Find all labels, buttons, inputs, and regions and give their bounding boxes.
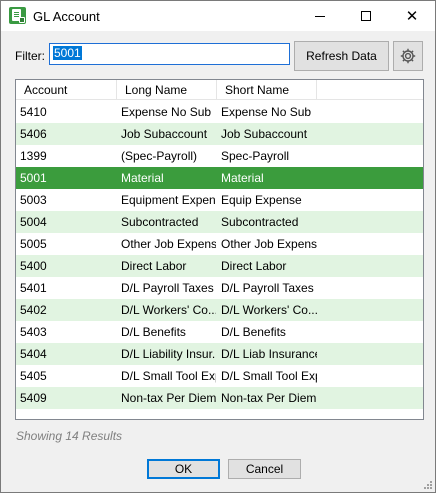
table-row[interactable]: 5403 D/L Benefits D/L Benefits [16, 321, 423, 343]
cell-short-name: Job Subaccount [221, 127, 308, 141]
maximize-button[interactable] [343, 1, 389, 31]
cell-long-name: Expense No Sub [121, 105, 212, 119]
cell-short-name: Other Job Expense [221, 237, 317, 251]
cell-account: 5402 [20, 303, 47, 317]
cell-long-name: D/L Liability Insur... [121, 347, 216, 361]
cell-account: 1399 [20, 149, 47, 163]
filter-input-value: 5001 [53, 46, 82, 60]
maximize-icon [361, 11, 371, 21]
grid-header: Account Long Name Short Name [16, 80, 423, 100]
cell-account: 5409 [20, 391, 47, 405]
cell-account: 5410 [20, 105, 47, 119]
cell-short-name: D/L Payroll Taxes [221, 281, 314, 295]
table-row[interactable]: 5004 Subcontracted Subcontracted [16, 211, 423, 233]
ok-button[interactable]: OK [147, 459, 220, 479]
cell-short-name: D/L Benefits [221, 325, 286, 339]
account-grid[interactable]: Account Long Name Short Name 5410 Expense… [15, 79, 424, 420]
table-row[interactable]: 1399 (Spec-Payroll) Spec-Payroll [16, 145, 423, 167]
grid-rows: 5410 Expense No Sub Expense No Sub 5406 Job … [16, 101, 423, 409]
cell-short-name: Subcontracted [221, 215, 299, 229]
minimize-icon [315, 15, 325, 17]
cell-account: 5005 [20, 237, 47, 251]
table-row[interactable]: 5406 Job Subaccount Job Subaccount [16, 123, 423, 145]
table-row[interactable]: 5405 D/L Small Tool Exp D/L Small Tool Exp [16, 365, 423, 387]
refresh-data-label: Refresh Data [306, 49, 377, 63]
table-row[interactable]: 5402 D/L Workers' Co... D/L Workers' Co... [16, 299, 423, 321]
cell-short-name: Direct Labor [221, 259, 287, 273]
table-row[interactable]: 5005 Other Job Expense Other Job Expense [16, 233, 423, 255]
cell-short-name: Equip Expense [221, 193, 302, 207]
cell-short-name: Material [221, 171, 264, 185]
cancel-button[interactable]: Cancel [228, 459, 301, 479]
cell-account: 5003 [20, 193, 47, 207]
cell-short-name: D/L Small Tool Exp [221, 369, 317, 383]
cancel-label: Cancel [245, 462, 284, 476]
settings-button[interactable] [393, 41, 423, 71]
cell-long-name: Job Subaccount [121, 127, 208, 141]
column-header-account[interactable]: Account [16, 80, 117, 100]
gl-account-app-icon [9, 7, 26, 24]
close-button[interactable]: ✕ [389, 1, 435, 31]
cell-long-name: D/L Workers' Co... [121, 303, 216, 317]
cell-account: 5404 [20, 347, 47, 361]
window-title: GL Account [33, 9, 100, 24]
table-row[interactable]: 5409 Non-tax Per Diem Non-tax Per Diem [16, 387, 423, 409]
cell-account: 5004 [20, 215, 47, 229]
cell-short-name: Spec-Payroll [221, 149, 290, 163]
table-row[interactable]: 5410 Expense No Sub Expense No Sub [16, 101, 423, 123]
table-row[interactable]: 5001 Material Material [16, 167, 423, 189]
cell-long-name: Non-tax Per Diem [121, 391, 216, 405]
cell-long-name: Equipment Expen... [121, 193, 216, 207]
close-icon: ✕ [405, 6, 419, 25]
cell-long-name: D/L Small Tool Exp [121, 369, 216, 383]
cell-account: 5403 [20, 325, 47, 339]
column-header-filler [317, 80, 423, 100]
cell-short-name: D/L Liab Insurance [221, 347, 317, 361]
table-row[interactable]: 5003 Equipment Expen... Equip Expense [16, 189, 423, 211]
results-count: Showing 14 Results [16, 429, 123, 443]
gear-icon [400, 48, 416, 64]
cell-long-name: Direct Labor [121, 259, 187, 273]
table-row[interactable]: 5401 D/L Payroll Taxes D/L Payroll Taxes [16, 277, 423, 299]
filter-input[interactable]: 5001 [49, 43, 290, 65]
cell-long-name: (Spec-Payroll) [121, 149, 198, 163]
cell-long-name: Other Job Expense [121, 237, 216, 251]
cell-account: 5401 [20, 281, 47, 295]
refresh-data-button[interactable]: Refresh Data [294, 41, 389, 71]
cell-account: 5406 [20, 127, 47, 141]
resize-grip-icon[interactable] [422, 479, 432, 489]
column-header-short-name[interactable]: Short Name [217, 80, 317, 100]
cell-long-name: Subcontracted [121, 215, 199, 229]
cell-short-name: D/L Workers' Co... [221, 303, 317, 317]
cell-long-name: Material [121, 171, 164, 185]
title-bar[interactable]: GL Account ✕ [1, 1, 435, 31]
cell-account: 5405 [20, 369, 47, 383]
column-header-long-name[interactable]: Long Name [117, 80, 217, 100]
cell-short-name: Expense No Sub [221, 105, 312, 119]
cell-long-name: D/L Payroll Taxes [121, 281, 214, 295]
cell-short-name: Non-tax Per Diem [221, 391, 317, 405]
table-row[interactable]: 5404 D/L Liability Insur... D/L Liab Insur… [16, 343, 423, 365]
gl-account-dialog: GL Account ✕ Filter: 5001 Refresh Data A… [0, 0, 436, 493]
cell-account: 5400 [20, 259, 47, 273]
table-row[interactable]: 5400 Direct Labor Direct Labor [16, 255, 423, 277]
cell-long-name: D/L Benefits [121, 325, 186, 339]
filter-label: Filter: [15, 49, 45, 63]
minimize-button[interactable] [297, 1, 343, 31]
ok-label: OK [174, 462, 193, 476]
cell-account: 5001 [20, 171, 47, 185]
